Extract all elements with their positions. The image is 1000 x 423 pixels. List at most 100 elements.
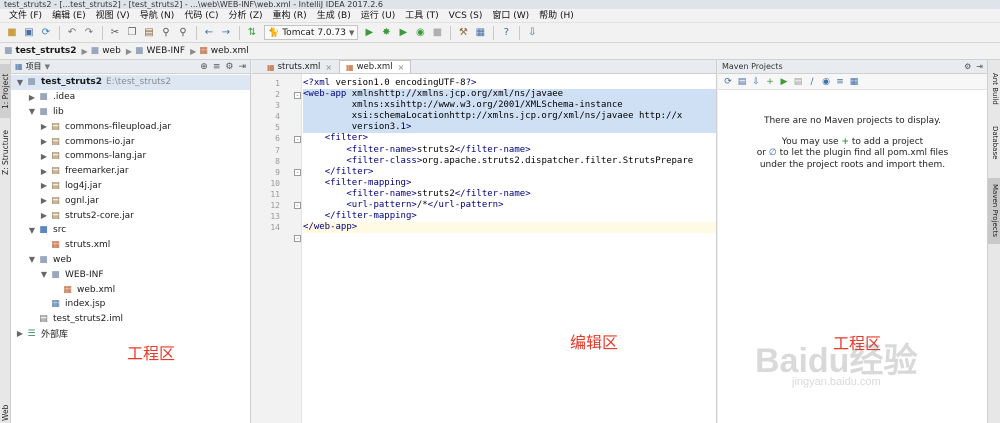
code-line[interactable]: <?xml version1.0 encodingUTF-8?> [303,78,716,89]
profile-icon[interactable]: ◉ [412,25,428,41]
close-icon[interactable]: × [325,63,332,72]
code-line[interactable]: </filter> [303,167,716,178]
hide-icon[interactable]: ⇥ [238,62,246,72]
fold-marker-icon[interactable]: - [294,202,301,209]
skip-tests-icon[interactable]: ◉ [819,75,833,89]
menu-vcs[interactable]: VCS (S) [444,9,488,23]
code-line[interactable]: version3.1> [303,122,716,134]
debug-icon[interactable]: ✸ [378,25,394,41]
scroll-from-source-icon[interactable]: ⊕ [200,62,208,72]
tree-item-web-inf[interactable]: ▼ ■ WEB-INF [11,267,250,282]
tree-item-idea[interactable]: ▶ ■ .idea [11,90,250,105]
project-structure-icon[interactable]: ▦ [472,25,488,41]
settings-icon[interactable]: ⚒ [455,25,471,41]
stop-icon[interactable]: ■ [429,25,445,41]
code-line[interactable]: xmlns:xsihttp://www.w3.org/2001/XMLSchem… [303,100,716,112]
gear-icon[interactable]: ⚙ [225,62,233,72]
run-icon[interactable]: ▶ [361,25,377,41]
fold-marker-icon[interactable]: - [294,235,301,242]
tree-item-src[interactable]: ▼ ■ src [11,223,250,238]
chevron-down-icon[interactable]: ▼ [15,78,25,87]
sdk-icon[interactable]: ⇩ [524,25,540,41]
run-config-select[interactable]: 🐈 Tomcat 7.0.73 ▼ [264,25,359,40]
gear-icon[interactable]: ⚙ [964,62,971,71]
menu-tools[interactable]: 工具 (T) [400,9,443,23]
code-line[interactable]: xsi:schemaLocationhttp://xmlns.jcp.org/x… [303,111,716,123]
coverage-icon[interactable]: ▶ [395,25,411,41]
reimport-icon[interactable]: ⟳ [721,75,735,89]
toggle-offline-icon[interactable]: ∕ [805,75,819,89]
settings-icon[interactable]: ▦ [847,75,861,89]
tab-web-xml[interactable]: ▦ web.xml × [339,60,412,73]
redo-icon[interactable]: ↷ [81,25,97,41]
cut-icon[interactable]: ✂ [107,25,123,41]
tree-item-index-jsp[interactable]: ▦ index.jsp [11,297,250,312]
code-line[interactable]: <filter-name>struts2</filter-name> [303,189,716,200]
project-tool-tab[interactable]: 1: Project [0,64,11,118]
hide-icon[interactable]: ⇥ [976,62,983,71]
menu-code[interactable]: 代码 (C) [179,9,223,23]
chevron-right-icon[interactable]: ▶ [39,181,49,190]
code-line[interactable]: <filter> [303,133,716,144]
menu-analyze[interactable]: 分析 (Z) [223,9,267,23]
tree-item-jar[interactable]: ▶ ▤ struts2-core.jar [11,208,250,223]
menu-file[interactable]: 文件 (F) [4,9,47,23]
tree-item-web-xml[interactable]: ▦ web.xml [11,282,250,297]
database-tool-tab[interactable]: Database [988,122,1000,164]
tree-item-jar[interactable]: ▶ ▤ ognl.jar [11,193,250,208]
menu-run[interactable]: 运行 (U) [356,9,400,23]
tree-item-jar[interactable]: ▶ ▤ commons-io.jar [11,134,250,149]
tree-item-jar[interactable]: ▶ ▤ log4j.jar [11,179,250,194]
breadcrumb-item-web[interactable]: ■ web [91,46,121,56]
code-line[interactable]: <filter-name>struts2</filter-name> [303,145,716,156]
maven-projects-tool-tab[interactable]: Maven Projects [988,178,1000,244]
undo-icon[interactable]: ↶ [64,25,80,41]
copy-icon[interactable]: ❐ [124,25,140,41]
tree-item-iml[interactable]: ▤ test_struts2.iml [11,312,250,327]
code-line[interactable]: </web-app> [303,222,716,234]
structure-tool-tab[interactable]: Z: Structure [0,124,11,182]
tree-item-struts-xml[interactable]: ▦ struts.xml [11,238,250,253]
chevron-down-icon[interactable]: ▼ [27,255,37,264]
chevron-right-icon[interactable]: ▶ [39,137,49,146]
collapse-all-icon[interactable]: ≡ [213,62,221,72]
chevron-down-icon[interactable]: ▼ [27,107,37,116]
find-icon[interactable]: ⚲ [158,25,174,41]
add-icon[interactable]: + [763,75,777,89]
menu-build[interactable]: 生成 (B) [312,9,356,23]
build-icon[interactable]: ⇅ [244,25,260,41]
code-line[interactable]: <web-app xmlnshttp://xmlns.jcp.org/xml/n… [303,89,716,101]
back-icon[interactable]: ← [201,25,217,41]
generate-sources-icon[interactable]: ▤ [735,75,749,89]
menu-help[interactable]: 帮助 (H) [534,9,579,23]
chevron-right-icon[interactable]: ▶ [15,329,25,338]
fold-marker-icon[interactable]: - [294,92,301,99]
code-line[interactable]: <filter-mapping> [303,178,716,189]
code-line[interactable]: <filter-class>org.apache.struts2.dispatc… [303,156,716,167]
tree-item-lib[interactable]: ▼ ■ lib [11,105,250,120]
menu-refactor[interactable]: 重构 (R) [268,9,312,23]
chevron-right-icon[interactable]: ▶ [39,196,49,205]
menu-navigate[interactable]: 导航 (N) [135,9,180,23]
tree-item-jar[interactable]: ▶ ▤ commons-lang.jar [11,149,250,164]
download-icon[interactable]: ⇩ [749,75,763,89]
code-line[interactable]: </filter-mapping> [303,211,716,222]
open-folder-icon[interactable]: ■ [4,25,20,41]
menu-window[interactable]: 窗口 (W) [487,9,534,23]
show-dependencies-icon[interactable]: ≡ [833,75,847,89]
save-icon[interactable]: ▣ [21,25,37,41]
tree-item-jar[interactable]: ▶ ▤ commons-fileupload.jar [11,119,250,134]
chevron-right-icon[interactable]: ▶ [39,211,49,220]
chevron-right-icon[interactable]: ▶ [27,93,37,102]
paste-icon[interactable]: ▤ [141,25,157,41]
sync-icon[interactable]: ⟳ [38,25,54,41]
chevron-down-icon[interactable]: ▼ [27,226,37,235]
help-icon[interactable]: ? [498,25,514,41]
chevron-right-icon[interactable]: ▶ [39,152,49,161]
replace-icon[interactable]: ⚲ [175,25,191,41]
ant-build-tool-tab[interactable]: Ant Build [988,66,1000,112]
chevron-right-icon[interactable]: ▶ [39,122,49,131]
tree-item-web[interactable]: ▼ ■ web [11,253,250,268]
fold-marker-icon[interactable]: - [294,136,301,143]
tree-item-project-root[interactable]: ▼ ■ test_struts2 E:\test_struts2 [11,75,250,90]
